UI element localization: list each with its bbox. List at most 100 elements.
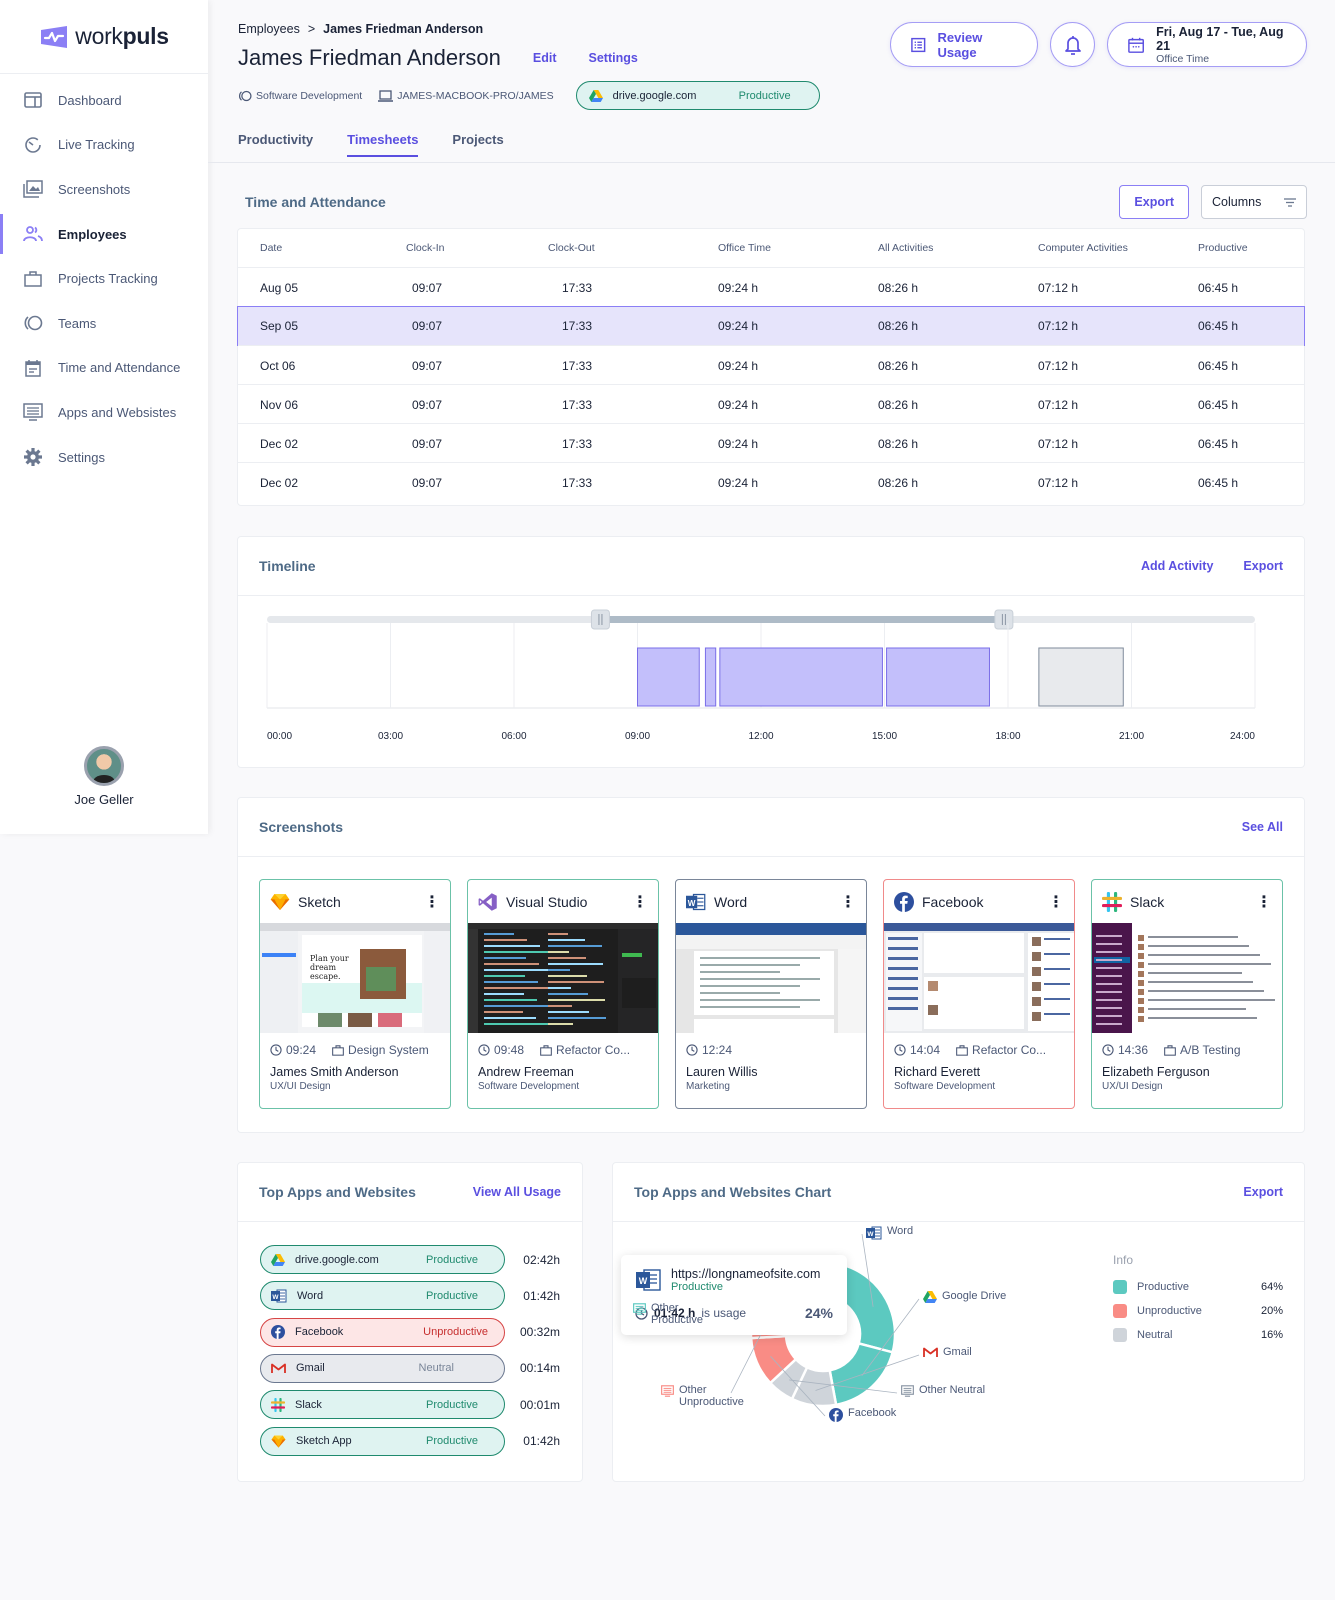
sidebar-item-teams[interactable]: Teams xyxy=(0,301,208,346)
screenshot-thumbnail[interactable] xyxy=(884,923,1074,1033)
sidebar-item-time-and-attendance[interactable]: Time and Attendance xyxy=(0,346,208,391)
legend-item-unproductive[interactable]: Unproductive 20% xyxy=(1113,1299,1283,1323)
screenshot-employee-name[interactable]: Andrew Freeman xyxy=(468,1057,658,1079)
table-row[interactable]: Dec 02 09:07 17:33 09:24 h 08:26 h 07:12 h 06:… xyxy=(238,462,1304,502)
table-row[interactable]: Nov 06 09:07 17:33 09:24 h 08:26 h 07:12 h 06:… xyxy=(238,384,1304,424)
screenshot-card[interactable]: W Word ⋮ 12:24 Lauren Willis Marketing xyxy=(675,879,867,1109)
see-all-link[interactable]: See All xyxy=(1242,820,1283,834)
sidebar-item-label: Screenshots xyxy=(58,181,131,197)
timeline-activity-productive[interactable] xyxy=(886,647,990,707)
table-row[interactable]: Sep 05 09:07 17:33 09:24 h 08:26 h 07:12 h 06:… xyxy=(237,306,1305,346)
column-header[interactable]: Productive xyxy=(1198,242,1248,254)
column-header[interactable]: All Activities xyxy=(878,242,933,254)
current-user[interactable]: Joe Geller xyxy=(0,746,208,807)
sketch-icon xyxy=(271,1435,286,1448)
tab-productivity[interactable]: Productivity xyxy=(238,132,313,157)
more-options-icon[interactable]: ⋮ xyxy=(424,892,440,912)
screenshot-card[interactable]: Sketch ⋮ Plan your dream escape. 09:24 Design … xyxy=(259,879,451,1109)
timeline-activity-neutral[interactable] xyxy=(1038,647,1124,707)
column-header[interactable]: Clock-Out xyxy=(548,242,595,254)
chart-export-link[interactable]: Export xyxy=(1243,1185,1283,1199)
add-activity-link[interactable]: Add Activity xyxy=(1141,559,1213,573)
date-range-picker[interactable]: Fri, Aug 17 - Tue, Aug 21 Office Time xyxy=(1107,22,1307,67)
timeline-activity-productive[interactable] xyxy=(637,647,700,707)
app-pill[interactable]: Gmail Neutral xyxy=(260,1353,505,1383)
logo[interactable]: workpuls xyxy=(0,0,208,74)
screenshot-employee-name[interactable]: Richard Everett xyxy=(884,1057,1074,1079)
screenshot-card-header: W Word ⋮ xyxy=(676,880,866,923)
sidebar-item-apps-and-websites[interactable]: Apps and Websistes xyxy=(0,390,208,435)
screenshot-image[interactable] xyxy=(884,923,1074,1033)
review-usage-button[interactable]: Review Usage xyxy=(890,22,1038,67)
breadcrumb-parent[interactable]: Employees xyxy=(238,22,300,36)
screenshot-employee-name[interactable]: Elizabeth Ferguson xyxy=(1092,1057,1282,1079)
sidebar-item-projects-tracking[interactable]: Projects Tracking xyxy=(0,256,208,301)
settings-link[interactable]: Settings xyxy=(589,51,638,65)
tab-timesheets[interactable]: Timesheets xyxy=(347,132,419,157)
columns-button[interactable]: Columns xyxy=(1201,185,1307,219)
edit-link[interactable]: Edit xyxy=(533,51,557,65)
screenshot-card[interactable]: Facebook ⋮ 14:04 Refactor Co... Richard Ever… xyxy=(883,879,1075,1109)
screenshot-card[interactable]: Slack ⋮ 14:36 A/B Testing Elizabeth Ferguson… xyxy=(1091,879,1283,1109)
current-app-pill[interactable]: drive.google.com Productive xyxy=(575,81,820,110)
column-header[interactable]: Computer Activities xyxy=(1038,242,1128,254)
app-usage-row: W Word Productive 01:42h xyxy=(260,1281,560,1311)
donut-slice-google-drive[interactable] xyxy=(828,1341,895,1407)
screenshot-image[interactable] xyxy=(676,923,866,1033)
range-start-handle[interactable] xyxy=(590,609,610,630)
screenshot-thumbnail[interactable] xyxy=(1092,923,1282,1033)
column-header[interactable]: Clock-In xyxy=(406,242,445,254)
screenshot-employee-name[interactable]: Lauren Willis xyxy=(676,1057,866,1079)
cell-clock-in: 09:07 xyxy=(412,436,443,451)
sidebar-item-dashboard[interactable]: Dashboard xyxy=(0,78,208,123)
svg-text:W: W xyxy=(688,898,696,907)
range-end-handle[interactable] xyxy=(994,609,1014,630)
timeline-activity-productive[interactable] xyxy=(704,647,717,707)
more-options-icon[interactable]: ⋮ xyxy=(840,892,856,912)
sidebar-item-settings[interactable]: Settings xyxy=(0,435,208,480)
tab-projects[interactable]: Projects xyxy=(452,132,503,157)
sidebar-item-live-tracking[interactable]: Live Tracking xyxy=(0,123,208,168)
sidebar-item-screenshots[interactable]: Screenshots xyxy=(0,167,208,212)
column-header[interactable]: Office Time xyxy=(718,242,771,254)
table-row[interactable]: Oct 06 09:07 17:33 09:24 h 08:26 h 07:12 h 06:… xyxy=(238,345,1304,385)
screenshot-employee-name[interactable]: James Smith Anderson xyxy=(260,1057,450,1079)
app-pill[interactable]: W Word Productive xyxy=(260,1281,505,1311)
table-row[interactable]: Aug 05 09:07 17:33 09:24 h 08:26 h 07:12 h 06:… xyxy=(238,267,1304,307)
cell-clock-in: 09:07 xyxy=(412,358,443,373)
screenshot-thumbnail[interactable] xyxy=(676,923,866,1033)
more-options-icon[interactable]: ⋮ xyxy=(632,892,648,912)
avatar[interactable] xyxy=(84,746,124,786)
column-header[interactable]: Date xyxy=(260,242,282,254)
filter-icon xyxy=(1284,197,1296,207)
screenshot-thumbnail[interactable] xyxy=(468,923,658,1033)
page-title: James Friedman Anderson xyxy=(238,45,501,70)
app-usage-row: Sketch App Productive 01:42h xyxy=(260,1426,560,1456)
legend-item-productive[interactable]: Productive 64% xyxy=(1113,1275,1283,1299)
screenshots-header: Screenshots See All xyxy=(238,798,1304,857)
screenshot-image[interactable]: Plan yourdreamescape. xyxy=(260,923,450,1033)
app-pill[interactable]: drive.google.com Productive xyxy=(260,1245,505,1274)
cell-productive: 06:45 h xyxy=(1198,280,1239,295)
app-pill[interactable]: Slack Productive xyxy=(260,1390,505,1420)
screenshot-thumbnail[interactable]: Plan your dream escape. xyxy=(260,923,450,1033)
more-options-icon[interactable]: ⋮ xyxy=(1256,892,1272,912)
legend-item-neutral[interactable]: Neutral 16% xyxy=(1113,1323,1283,1347)
more-options-icon[interactable]: ⋮ xyxy=(1048,892,1064,912)
timeline-export-link[interactable]: Export xyxy=(1243,559,1283,573)
timeline-tick-label: 09:00 xyxy=(625,731,650,742)
timeline-activity-productive[interactable] xyxy=(719,647,883,707)
table-row[interactable]: Dec 02 09:07 17:33 09:24 h 08:26 h 07:12 h 06:… xyxy=(238,423,1304,463)
sidebar-item-employees[interactable]: Employees xyxy=(0,212,208,257)
screenshot-card[interactable]: Visual Studio ⋮ 09:48 Refactor Co... Andrew … xyxy=(467,879,659,1109)
view-all-usage-link[interactable]: View All Usage xyxy=(473,1185,561,1199)
attendance-export-button[interactable]: Export xyxy=(1119,185,1189,219)
cell-productive: 06:45 h xyxy=(1198,475,1239,490)
app-pill[interactable]: Facebook Unproductive xyxy=(260,1317,505,1347)
app-pill[interactable]: Sketch App Productive xyxy=(260,1426,505,1456)
screenshot-image[interactable] xyxy=(1092,923,1282,1033)
notifications-button[interactable] xyxy=(1050,22,1095,67)
screenshot-image[interactable] xyxy=(468,923,658,1033)
clock-icon xyxy=(1102,1044,1114,1056)
apps-chart-card: Top Apps and Websites Chart Export W htt… xyxy=(612,1162,1305,1482)
